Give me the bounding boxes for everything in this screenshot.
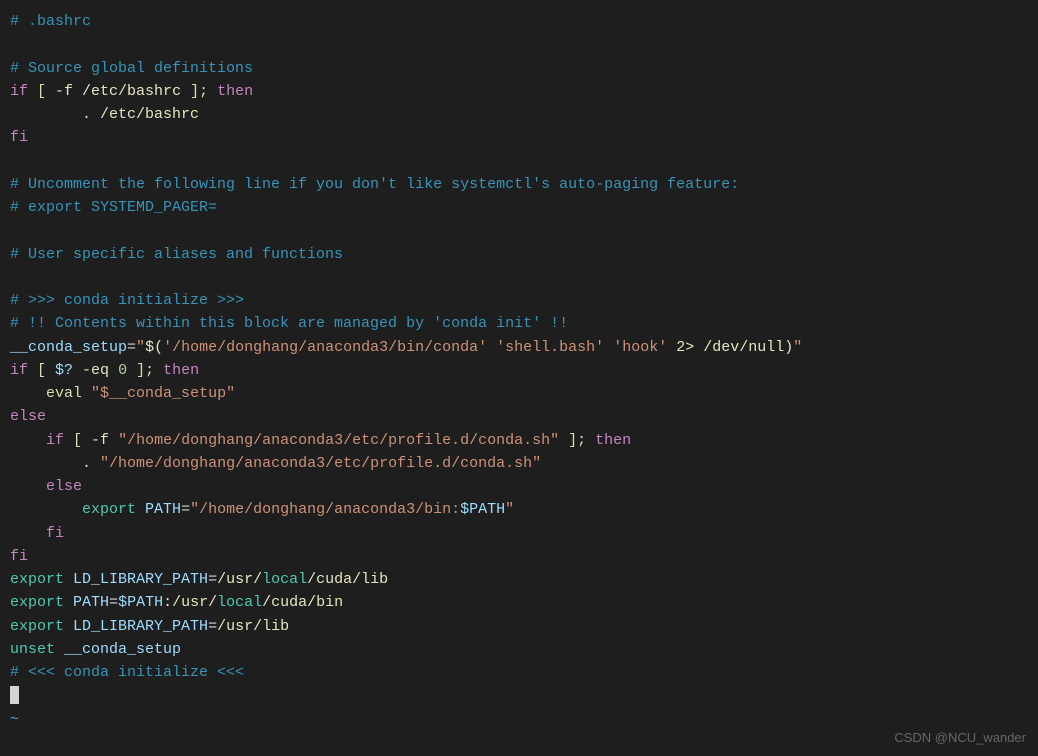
code-line: # .bashrc	[10, 10, 1028, 33]
code-line: __conda_setup="$('/home/donghang/anacond…	[10, 336, 1028, 359]
code-line: else	[10, 475, 1028, 498]
code-line	[10, 33, 1028, 56]
code-line: # export SYSTEMD_PAGER=	[10, 196, 1028, 219]
code-line: fi	[10, 522, 1028, 545]
code-line: export LD_LIBRARY_PATH=/usr/lib	[10, 615, 1028, 638]
cursor-line	[10, 684, 1028, 707]
code-line: if [ -f /etc/bashrc ]; then	[10, 80, 1028, 103]
code-line: . /etc/bashrc	[10, 103, 1028, 126]
code-line: # !! Contents within this block are mana…	[10, 312, 1028, 335]
code-line: if [ $? -eq 0 ]; then	[10, 359, 1028, 382]
code-line: unset __conda_setup	[10, 638, 1028, 661]
code-line	[10, 150, 1028, 173]
code-line: export PATH="/home/donghang/anaconda3/bi…	[10, 498, 1028, 521]
code-line: eval "$__conda_setup"	[10, 382, 1028, 405]
code-line: # >>> conda initialize >>>	[10, 289, 1028, 312]
code-line: fi	[10, 545, 1028, 568]
code-line: if [ -f "/home/donghang/anaconda3/etc/pr…	[10, 429, 1028, 452]
code-line: # Source global definitions	[10, 57, 1028, 80]
code-editor[interactable]: # .bashrc # Source global definitions if…	[10, 10, 1028, 731]
tilde-line: ~	[10, 708, 1028, 731]
code-line: . "/home/donghang/anaconda3/etc/profile.…	[10, 452, 1028, 475]
code-line	[10, 266, 1028, 289]
code-line: # User specific aliases and functions	[10, 243, 1028, 266]
code-line: export LD_LIBRARY_PATH=/usr/local/cuda/l…	[10, 568, 1028, 591]
cursor-icon	[10, 686, 19, 704]
watermark: CSDN @NCU_wander	[894, 728, 1026, 748]
code-line: fi	[10, 126, 1028, 149]
code-line: # Uncomment the following line if you do…	[10, 173, 1028, 196]
code-line: else	[10, 405, 1028, 428]
code-line	[10, 219, 1028, 242]
code-line: # <<< conda initialize <<<	[10, 661, 1028, 684]
code-line: export PATH=$PATH:/usr/local/cuda/bin	[10, 591, 1028, 614]
